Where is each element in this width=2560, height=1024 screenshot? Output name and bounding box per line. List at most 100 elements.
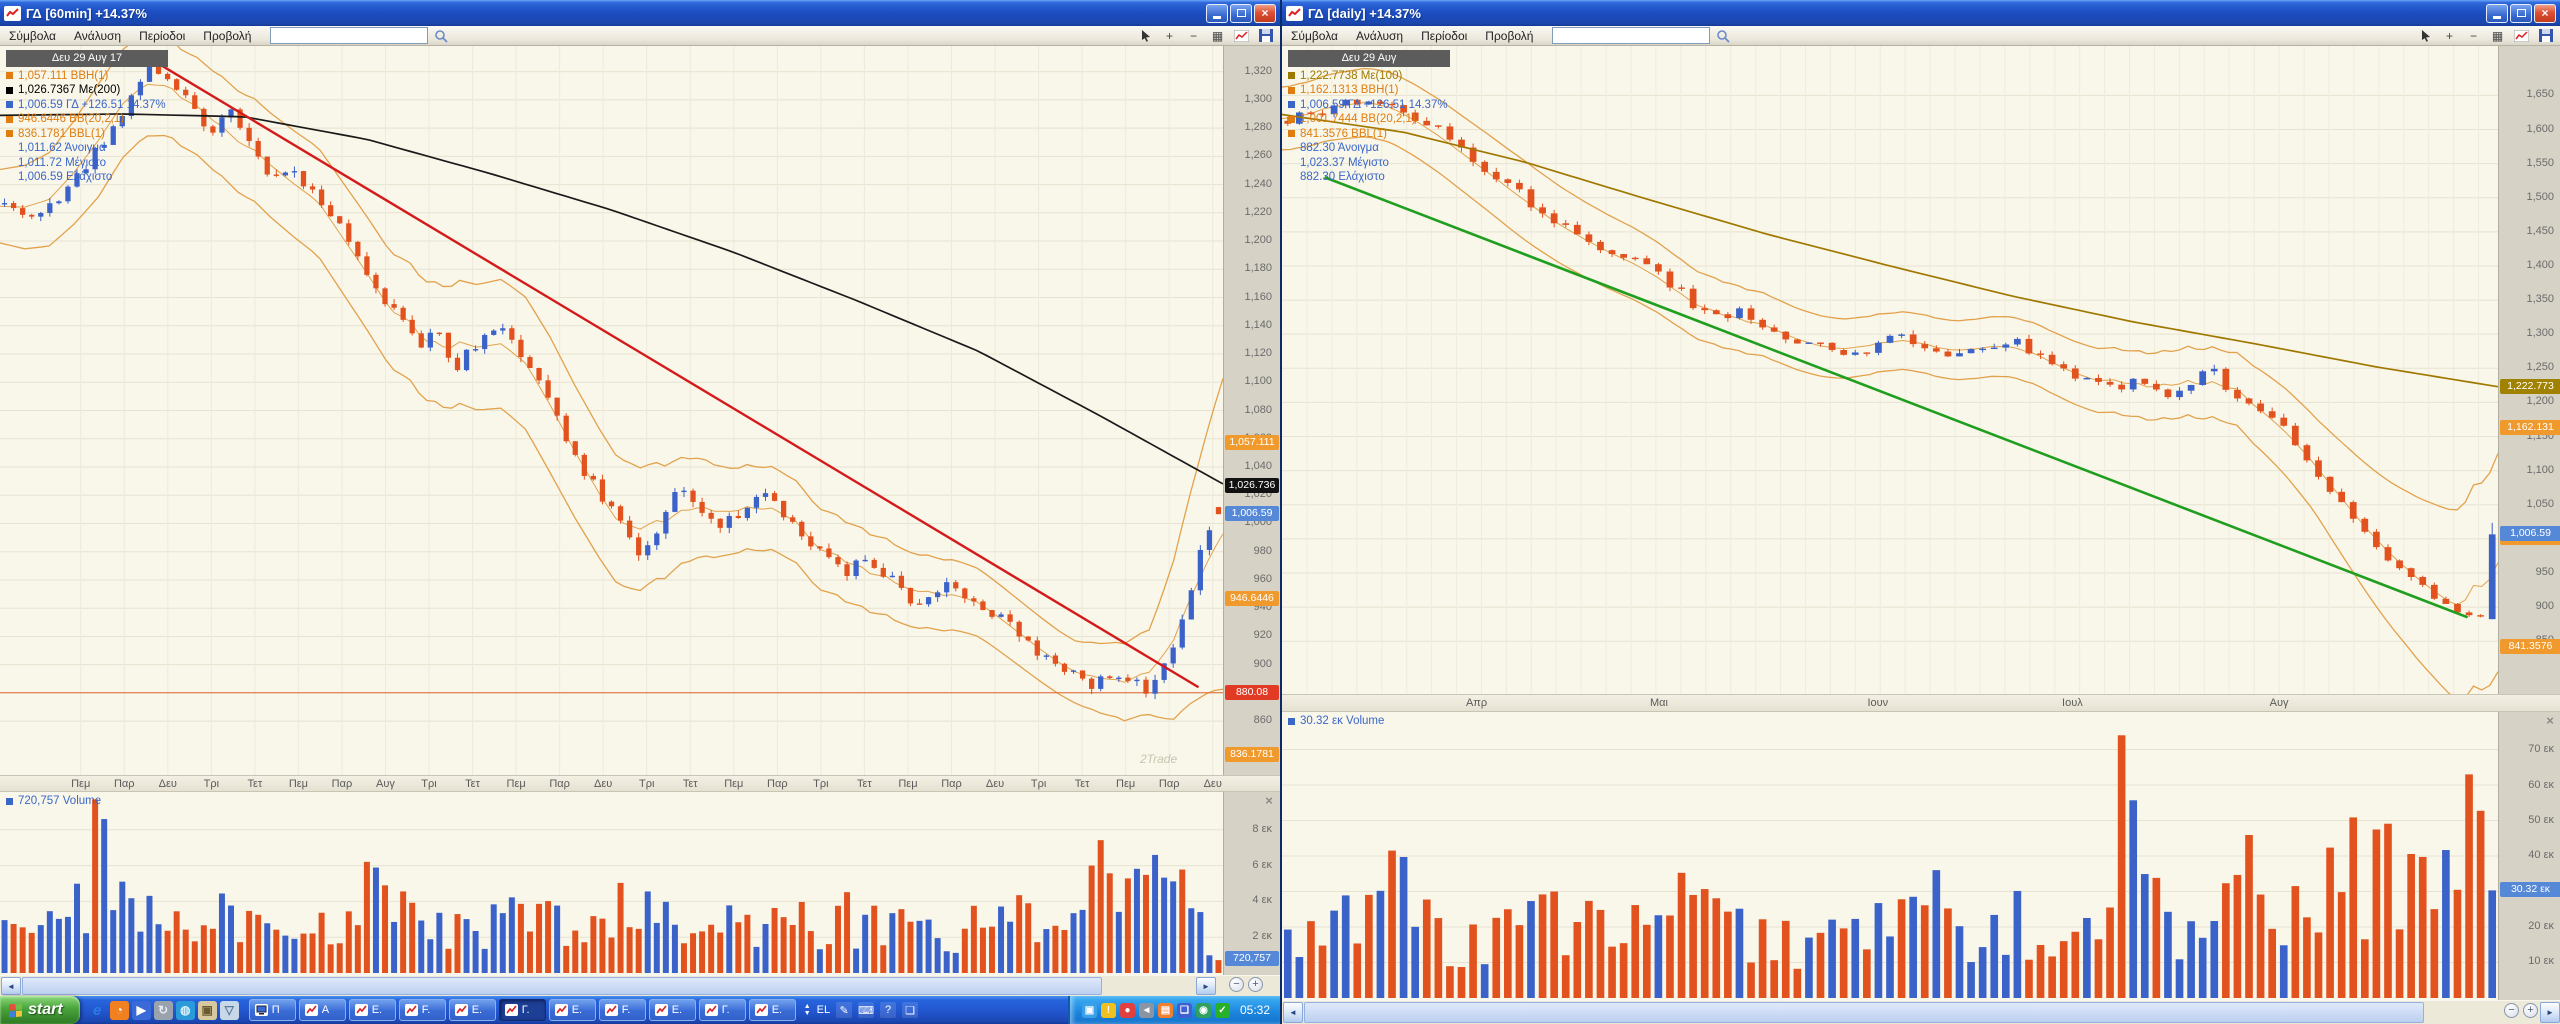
taskbar-button-label: Γ. [722, 1004, 730, 1016]
search-icon[interactable] [1716, 29, 1730, 43]
taskbar-window-button-3[interactable]: E. [349, 999, 396, 1021]
scroll-thumb[interactable] [1304, 1002, 2424, 1023]
zoom-out-button[interactable]: − [2504, 1003, 2519, 1018]
price-badge: 1,006.59 [2500, 526, 2560, 541]
volume-pane-close-icon[interactable]: × [2543, 713, 2557, 728]
horizontal-scrollbar[interactable]: ◄ ► [0, 975, 1280, 996]
search-icon[interactable] [434, 29, 448, 43]
horizontal-scrollbar[interactable]: ◄ ► [1282, 1000, 2560, 1024]
menu-item-4[interactable]: Προβολή [194, 29, 260, 43]
maximize-button[interactable] [2510, 4, 2532, 23]
close-button[interactable]: × [1254, 4, 1276, 23]
legend-row-3: 1,006.59 ΓΔ +126.51 14.37% [1288, 98, 1450, 113]
axis-tick: 1,300 [1244, 93, 1272, 105]
legend-marker [1288, 130, 1295, 137]
legend-row-8: 1,006.59 Ελάχιστο [6, 170, 168, 185]
menu-item-1[interactable]: Σύμβολα [1282, 29, 1347, 43]
time-axis-label: Τετ [1064, 778, 1100, 790]
grid-icon[interactable]: ▦ [1209, 28, 1226, 43]
zoom-out-icon[interactable]: − [1185, 28, 1202, 43]
start-button[interactable]: start [0, 996, 80, 1024]
titlebar[interactable]: ΓΔ [daily] +14.37% × [1282, 0, 2560, 26]
axis-tick: 1,250 [2526, 361, 2554, 373]
pointer-icon[interactable] [2417, 28, 2434, 43]
taskbar-scroll-arrows[interactable]: ▲▼ [804, 1003, 811, 1017]
layers-blue-icon[interactable]: ❏ [1177, 1003, 1192, 1018]
maximize-button[interactable] [1230, 4, 1252, 23]
chart-icon[interactable] [2513, 28, 2530, 43]
titlebar[interactable]: ΓΔ [60min] +14.37% × [0, 0, 1280, 26]
symbol-search-input[interactable] [1552, 27, 1710, 44]
taskbar-window-button-6[interactable]: Γ. [499, 999, 546, 1021]
menu-item-3[interactable]: Περίοδοι [1412, 29, 1476, 43]
menu-item-4[interactable]: Προβολή [1476, 29, 1542, 43]
zoom-in-icon[interactable]: + [1161, 28, 1178, 43]
package-icon[interactable]: ▣ [198, 1001, 217, 1020]
zoom-in-icon[interactable]: + [2441, 28, 2458, 43]
chart-legend: Δευ 29 Αυγ 171,057.111 BBH(1)1,026.7367 … [6, 50, 168, 185]
axis-tick: 1,450 [2526, 225, 2554, 237]
scroll-thumb[interactable] [22, 977, 1102, 995]
volume-pane-close-icon[interactable]: × [1262, 793, 1276, 808]
menu-item-1[interactable]: Σύμβολα [0, 29, 65, 43]
axis-tick: 920 [1254, 629, 1272, 641]
taskbar-window-button-2[interactable]: A [299, 999, 346, 1021]
save-icon[interactable] [1257, 28, 1274, 43]
update-swirl-icon[interactable]: ↻ [154, 1001, 173, 1020]
audio-icon[interactable]: ◄ [1139, 1003, 1154, 1018]
zoom-out-button[interactable]: − [1229, 977, 1244, 992]
save-icon[interactable] [2537, 28, 2554, 43]
minimize-button[interactable] [2486, 4, 2508, 23]
volume-chart-daily[interactable] [1282, 712, 2498, 1000]
taskbar-window-button-9[interactable]: E. [649, 999, 696, 1021]
menu-item-3[interactable]: Περίοδοι [130, 29, 194, 43]
taskbar-window-button-11[interactable]: E. [749, 999, 796, 1021]
taskbar-window-button-4[interactable]: F. [399, 999, 446, 1021]
recycle-bin-icon[interactable]: ▽ [220, 1001, 239, 1020]
help-icon[interactable]: ? [880, 1002, 896, 1018]
internet-explorer-icon[interactable]: e [88, 1001, 107, 1020]
globe-icon[interactable]: ◍ [176, 1001, 195, 1020]
zoom-in-button[interactable]: + [2523, 1003, 2538, 1018]
price-chart-60min[interactable] [0, 46, 1223, 775]
chart-legend: Δευ 29 Αυγ1,222.7738 Με(100)1,162.1313 B… [1288, 50, 1450, 185]
symbol-search-input[interactable] [270, 27, 428, 44]
sync-ok-green-icon[interactable]: ✓ [1215, 1003, 1230, 1018]
price-badge: 1,222.773 [2500, 379, 2560, 394]
taskbar-window-button-1[interactable]: Π [249, 999, 296, 1021]
pen-icon[interactable]: ✎ [836, 1002, 852, 1018]
grid-icon[interactable]: ▦ [2489, 28, 2506, 43]
pointer-icon[interactable] [1137, 28, 1154, 43]
chart-icon[interactable] [1233, 28, 1250, 43]
taskbar-window-button-10[interactable]: Γ. [699, 999, 746, 1021]
scroll-left-arrow[interactable]: ◄ [1283, 1002, 1303, 1023]
taskbar-window-button-7[interactable]: E. [549, 999, 596, 1021]
axis-tick: 60 εκ [2528, 779, 2554, 791]
scroll-right-arrow[interactable]: ► [2540, 1002, 2560, 1023]
restore-window-icon[interactable]: ❏ [902, 1002, 918, 1018]
clock-app-icon[interactable]: ◔ [110, 1001, 129, 1020]
close-button[interactable]: × [2534, 4, 2556, 23]
language-indicator[interactable]: EL [817, 1004, 830, 1016]
price-chart-daily[interactable] [1282, 46, 2498, 694]
zoom-in-button[interactable]: + [1248, 977, 1263, 992]
app-window-orange-icon[interactable]: ▤ [1158, 1003, 1173, 1018]
taskbar-window-button-8[interactable]: F. [599, 999, 646, 1021]
minimize-button[interactable] [1206, 4, 1228, 23]
scroll-left-arrow[interactable]: ◄ [1, 977, 21, 995]
taskbar-clock[interactable]: 05:32 [1240, 1003, 1270, 1017]
volume-chart-60min[interactable] [0, 792, 1223, 975]
legend-row-7: 1,023.37 Μέγιστο [1288, 156, 1450, 171]
zoom-out-icon[interactable]: − [2465, 28, 2482, 43]
scroll-right-arrow[interactable]: ► [1196, 977, 1216, 995]
alert-red-icon[interactable]: ● [1120, 1003, 1135, 1018]
security-shield-icon[interactable]: ! [1101, 1003, 1116, 1018]
menu-item-2[interactable]: Ανάλυση [65, 29, 130, 43]
keyboard-icon[interactable]: ⌨ [858, 1002, 874, 1018]
media-player-icon[interactable]: ▶ [132, 1001, 151, 1020]
taskbar-window-button-5[interactable]: E. [449, 999, 496, 1021]
nvidia-eye-icon[interactable]: ◉ [1196, 1003, 1211, 1018]
price-badge: 30.32 εκ [2500, 882, 2560, 897]
network-status-icon[interactable]: ▣ [1082, 1003, 1097, 1018]
menu-item-2[interactable]: Ανάλυση [1347, 29, 1412, 43]
